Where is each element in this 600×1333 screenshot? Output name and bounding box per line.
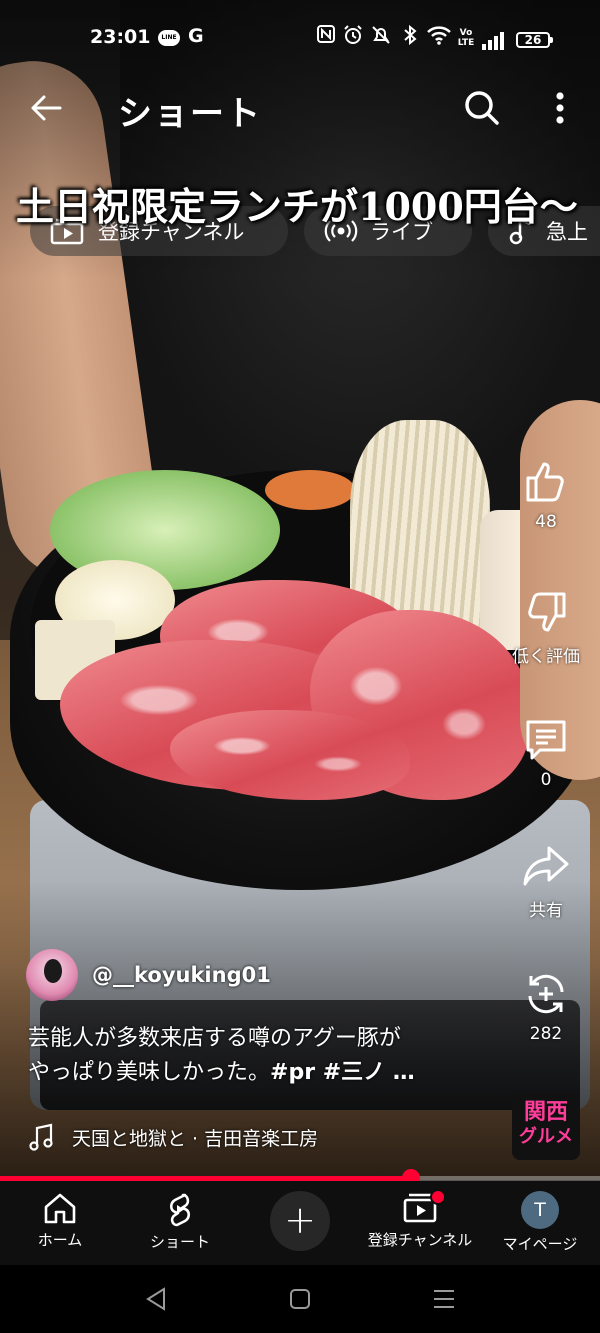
notification-dot bbox=[430, 1189, 446, 1205]
system-back-button[interactable] bbox=[136, 1283, 176, 1315]
like-count: 48 bbox=[535, 512, 557, 532]
description-hashtags[interactable]: #pr #三ノ … bbox=[270, 1060, 415, 1085]
nav-shorts-label: ショート bbox=[149, 1233, 210, 1251]
remix-button[interactable]: 282 bbox=[496, 970, 596, 1044]
create-button[interactable]: + bbox=[270, 1191, 330, 1251]
music-note-icon bbox=[29, 1123, 53, 1151]
comment-icon bbox=[526, 720, 566, 760]
bell-muted-icon bbox=[370, 24, 392, 53]
share-arrow-icon bbox=[523, 846, 569, 886]
nav-mypage[interactable]: T マイページ bbox=[480, 1191, 600, 1254]
recents-lines-icon bbox=[434, 1290, 454, 1308]
channel-handle[interactable]: @__koyuking01 bbox=[92, 963, 271, 987]
nav-shorts[interactable]: ショート bbox=[120, 1191, 240, 1252]
more-options-button[interactable] bbox=[536, 84, 584, 132]
signal-icon bbox=[482, 32, 508, 50]
remix-icon bbox=[528, 974, 564, 1014]
like-button[interactable]: 48 bbox=[496, 458, 596, 532]
square-home-icon bbox=[290, 1289, 310, 1309]
sound-title: 天国と地獄と · 吉田音楽工房 bbox=[72, 1127, 319, 1150]
nav-home[interactable]: ホーム bbox=[0, 1191, 120, 1250]
line-app-icon: LINE bbox=[158, 30, 180, 46]
thumbs-up-icon bbox=[526, 462, 564, 502]
system-home-button[interactable] bbox=[280, 1283, 320, 1315]
nfc-icon bbox=[316, 24, 336, 51]
nav-home-label: ホーム bbox=[37, 1231, 83, 1249]
logo-text-line-2: グルメ bbox=[519, 1126, 573, 1147]
bluetooth-icon bbox=[402, 24, 418, 53]
search-button[interactable] bbox=[458, 84, 506, 132]
battery-icon: 26 bbox=[516, 32, 553, 48]
bottom-navigation: ホーム ショート + 登録チャンネル T マイページ bbox=[0, 1181, 600, 1265]
system-navigation-bar bbox=[0, 1265, 600, 1333]
remix-count: 282 bbox=[529, 1024, 563, 1044]
volte-icon: Vo LTE bbox=[457, 28, 475, 48]
status-bar: 23:01 LINE G Vo LTE 26 bbox=[0, 22, 600, 58]
video-frame-carrot bbox=[265, 470, 355, 510]
triangle-back-icon bbox=[146, 1287, 165, 1311]
shorts-icon bbox=[169, 1193, 191, 1227]
comment-count: 0 bbox=[540, 770, 552, 790]
description-line-1: 芸能人が多数来店する噂のアグー豚が bbox=[28, 1026, 401, 1051]
description-line-2: やっぱり美味しかった。#pr #三ノ … bbox=[28, 1056, 478, 1090]
back-button[interactable] bbox=[22, 84, 70, 132]
dislike-button[interactable]: 低く評価 bbox=[496, 588, 596, 667]
logo-text-line-1: 関西 bbox=[523, 1100, 568, 1125]
alarm-icon bbox=[342, 24, 364, 53]
nav-subscriptions-label: 登録チャンネル bbox=[367, 1231, 473, 1249]
dislike-label: 低く評価 bbox=[512, 647, 580, 667]
subscriptions-icon-wrap bbox=[402, 1189, 446, 1225]
share-button[interactable]: 共有 bbox=[496, 842, 596, 921]
video-overlay-caption: 土日祝限定ランチが1000円台〜 bbox=[16, 184, 578, 229]
sound-link[interactable]: 天国と地獄と · 吉田音楽工房 bbox=[28, 1122, 318, 1152]
arrow-left-icon bbox=[31, 95, 62, 121]
channel-logo-badge[interactable]: 関西 グルメ bbox=[512, 1094, 580, 1160]
wifi-icon bbox=[426, 24, 452, 53]
shorts-header: ショート bbox=[0, 80, 600, 136]
description-text: やっぱり美味しかった。 bbox=[28, 1060, 271, 1085]
system-recents-button[interactable] bbox=[424, 1283, 464, 1315]
battery-level: 26 bbox=[524, 33, 542, 47]
more-vertical-icon bbox=[556, 92, 564, 124]
channel-avatar[interactable] bbox=[26, 949, 78, 1001]
status-time: 23:01 bbox=[90, 26, 151, 48]
thumbs-down-icon bbox=[528, 592, 566, 632]
page-title: ショート bbox=[118, 94, 262, 134]
user-avatar: T bbox=[521, 1191, 559, 1229]
comments-button[interactable]: 0 bbox=[496, 716, 596, 790]
video-description[interactable]: 芸能人が多数来店する噂のアグー豚が やっぱり美味しかった。#pr #三ノ … bbox=[28, 1022, 478, 1090]
google-icon: G bbox=[188, 25, 204, 47]
share-label: 共有 bbox=[529, 901, 563, 921]
search-icon bbox=[465, 91, 499, 125]
nav-subscriptions[interactable]: 登録チャンネル bbox=[360, 1189, 480, 1250]
home-icon bbox=[44, 1193, 76, 1224]
nav-mypage-label: マイページ bbox=[502, 1235, 578, 1253]
channel-info[interactable]: @__koyuking01 bbox=[26, 948, 271, 1002]
